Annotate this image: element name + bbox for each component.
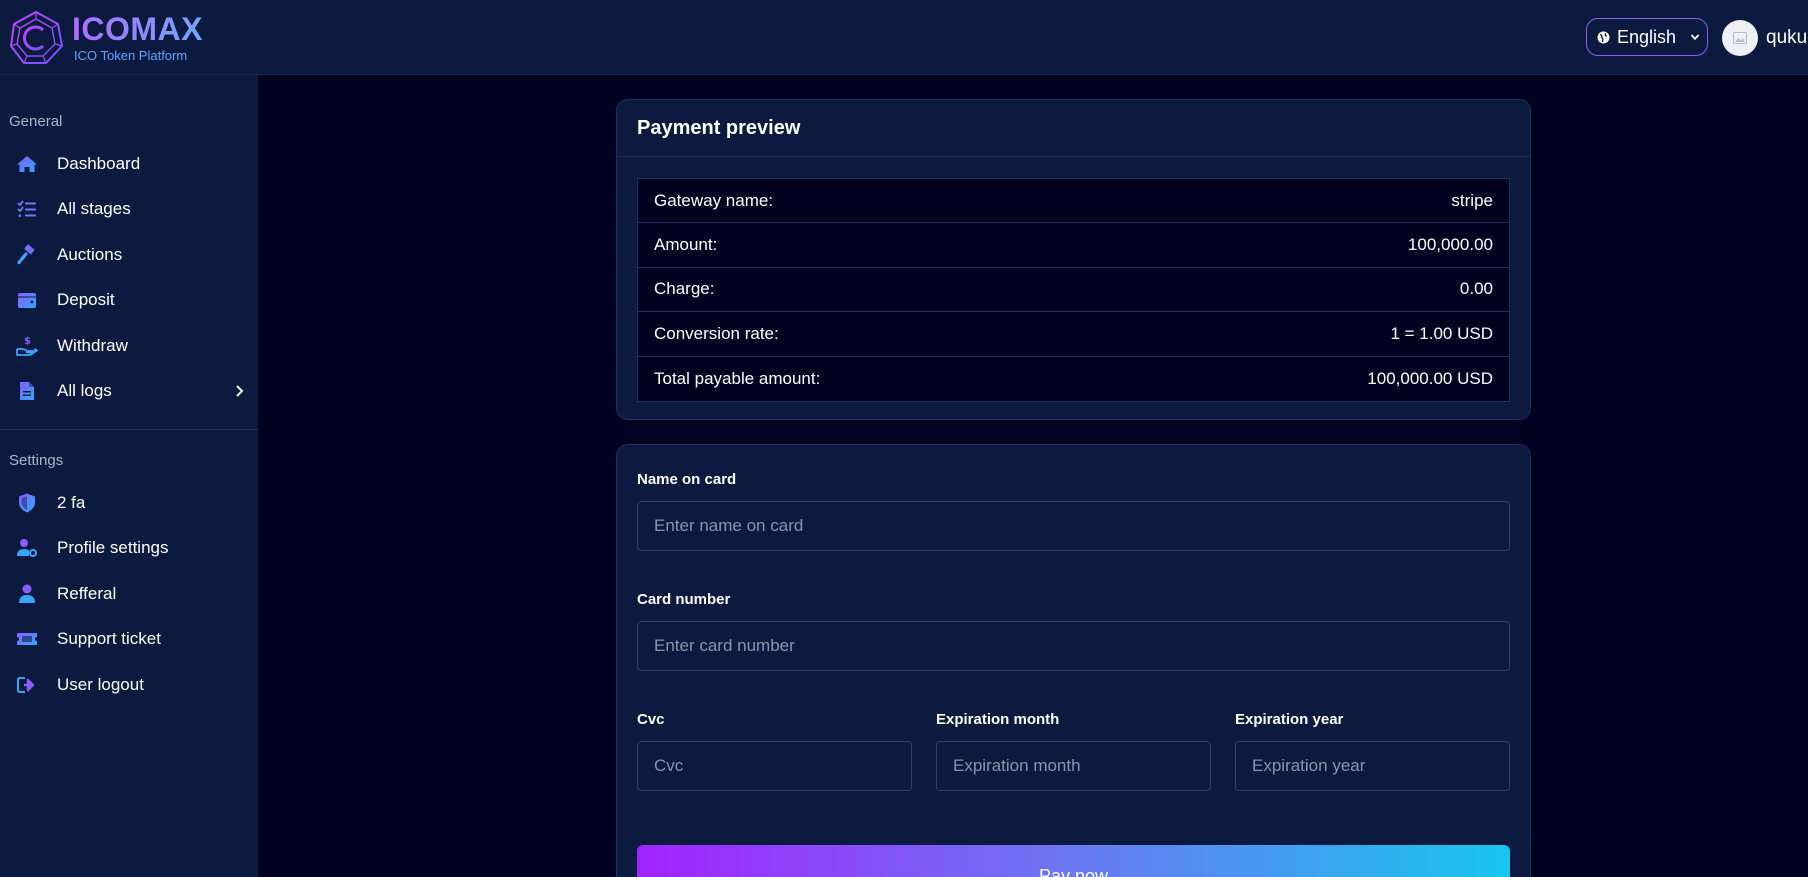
gavel-icon: [17, 244, 35, 265]
sidebar-item-auctions[interactable]: Auctions: [0, 235, 258, 275]
sidebar-item-deposit[interactable]: Deposit: [0, 280, 258, 320]
sidebar-item-dashboard[interactable]: Dashboard: [0, 144, 258, 184]
language-select[interactable]: English: [1586, 18, 1708, 56]
chevron-right-icon: [236, 385, 244, 397]
brand-logo[interactable]: ICOMAX ICO Token Platform: [8, 10, 203, 66]
table-row: Amount: 100,000.00: [638, 223, 1509, 268]
table-row: Charge: 0.00: [638, 268, 1509, 313]
sidebar-item-2fa[interactable]: 2 fa: [0, 483, 258, 523]
brand-title: ICOMAX: [72, 11, 203, 47]
table-row: Conversion rate: 1 = 1.00 USD: [638, 312, 1509, 357]
brand-subtitle: ICO Token Platform: [74, 48, 188, 63]
logo-mark-icon: [9, 10, 64, 64]
expiration-year-label: Expiration year: [1235, 711, 1344, 728]
payment-preview-title: Payment preview: [637, 116, 801, 139]
sidebar-divider: [0, 429, 258, 430]
row-value: 100,000.00 USD: [1367, 368, 1493, 388]
name-on-card-label: Name on card: [637, 471, 737, 488]
hand-dollar-icon: $: [16, 336, 38, 356]
row-label: Charge:: [654, 279, 715, 299]
row-label: Gateway name:: [654, 190, 774, 210]
card-number-input[interactable]: [637, 621, 1510, 671]
sidebar-item-label: Profile settings: [57, 538, 169, 557]
sidebar-item-label: Withdraw: [57, 336, 128, 355]
username: qukuq: [1766, 27, 1808, 48]
row-value: stripe: [1451, 190, 1493, 210]
name-on-card-input[interactable]: [637, 501, 1510, 551]
sidebar-item-label: Dashboard: [57, 154, 141, 173]
top-header: ICOMAX ICO Token Platform English qukuq: [0, 0, 1808, 75]
sidebar-item-label: User logout: [57, 675, 144, 694]
expiration-month-label: Expiration month: [936, 711, 1060, 728]
card-number-label: Card number: [637, 591, 731, 608]
sidebar-item-refferal[interactable]: Refferal: [0, 574, 258, 614]
sidebar-item-all-logs[interactable]: All logs: [0, 371, 258, 411]
wallet-icon: [18, 293, 36, 308]
sidebar-item-label: 2 fa: [57, 493, 86, 512]
file-icon: [20, 382, 34, 400]
row-label: Amount:: [654, 235, 718, 255]
cvc-label: Cvc: [637, 711, 665, 728]
card-header: Payment preview: [617, 100, 1530, 157]
chevron-down-icon: [1690, 34, 1700, 41]
pay-now-button[interactable]: Pay now: [637, 845, 1510, 877]
payment-preview-card: Payment preview Gateway name: stripe Amo…: [616, 99, 1531, 420]
table-row: Gateway name: stripe: [638, 179, 1509, 224]
sidebar-item-support-ticket[interactable]: Support ticket: [0, 619, 258, 659]
table-row: Total payable amount: 100,000.00 USD: [638, 357, 1509, 401]
cvc-input[interactable]: [637, 741, 912, 791]
sidebar-item-label: Auctions: [57, 245, 123, 264]
sidebar: General Dashboard All stages Auctions De…: [0, 75, 258, 877]
row-label: Total payable amount:: [654, 368, 821, 388]
sidebar-item-label: All stages: [57, 199, 131, 218]
user-gear-icon: [17, 539, 37, 557]
payment-preview-table: Gateway name: stripe Amount: 100,000.00 …: [637, 178, 1510, 402]
home-icon: [17, 156, 37, 172]
expiration-month-input[interactable]: [936, 741, 1211, 791]
user-icon: [19, 584, 35, 603]
sidebar-item-label: All logs: [57, 381, 112, 400]
sidebar-item-user-logout[interactable]: User logout: [0, 665, 258, 705]
card-payment-form: Name on card Card number Cvc Expiration …: [616, 444, 1531, 877]
sidebar-item-withdraw[interactable]: $ Withdraw: [0, 326, 258, 366]
logout-icon: [17, 677, 35, 693]
sidebar-item-label: Refferal: [57, 584, 117, 603]
sidebar-item-label: Deposit: [57, 290, 115, 309]
globe-icon: [1597, 31, 1610, 43]
sidebar-item-profile-settings[interactable]: Profile settings: [0, 528, 258, 568]
sidebar-item-all-stages[interactable]: All stages: [0, 189, 258, 229]
row-value: 1 = 1.00 USD: [1390, 323, 1493, 343]
avatar[interactable]: [1722, 20, 1758, 56]
image-placeholder-icon: [1733, 32, 1747, 44]
sidebar-section-settings: Settings: [9, 452, 64, 469]
sidebar-item-label: Support ticket: [57, 629, 161, 648]
svg-text:$: $: [24, 336, 31, 347]
list-icon: [17, 200, 36, 217]
expiration-year-input[interactable]: [1235, 741, 1510, 791]
user-menu[interactable]: qukuq: [1722, 20, 1808, 56]
sidebar-section-general: General: [9, 113, 63, 130]
row-label: Conversion rate:: [654, 323, 779, 343]
row-value: 0.00: [1459, 279, 1493, 299]
ticket-icon: [17, 633, 37, 645]
language-label: English: [1617, 26, 1677, 47]
shield-icon: [19, 493, 35, 513]
row-value: 100,000.00: [1407, 235, 1493, 255]
